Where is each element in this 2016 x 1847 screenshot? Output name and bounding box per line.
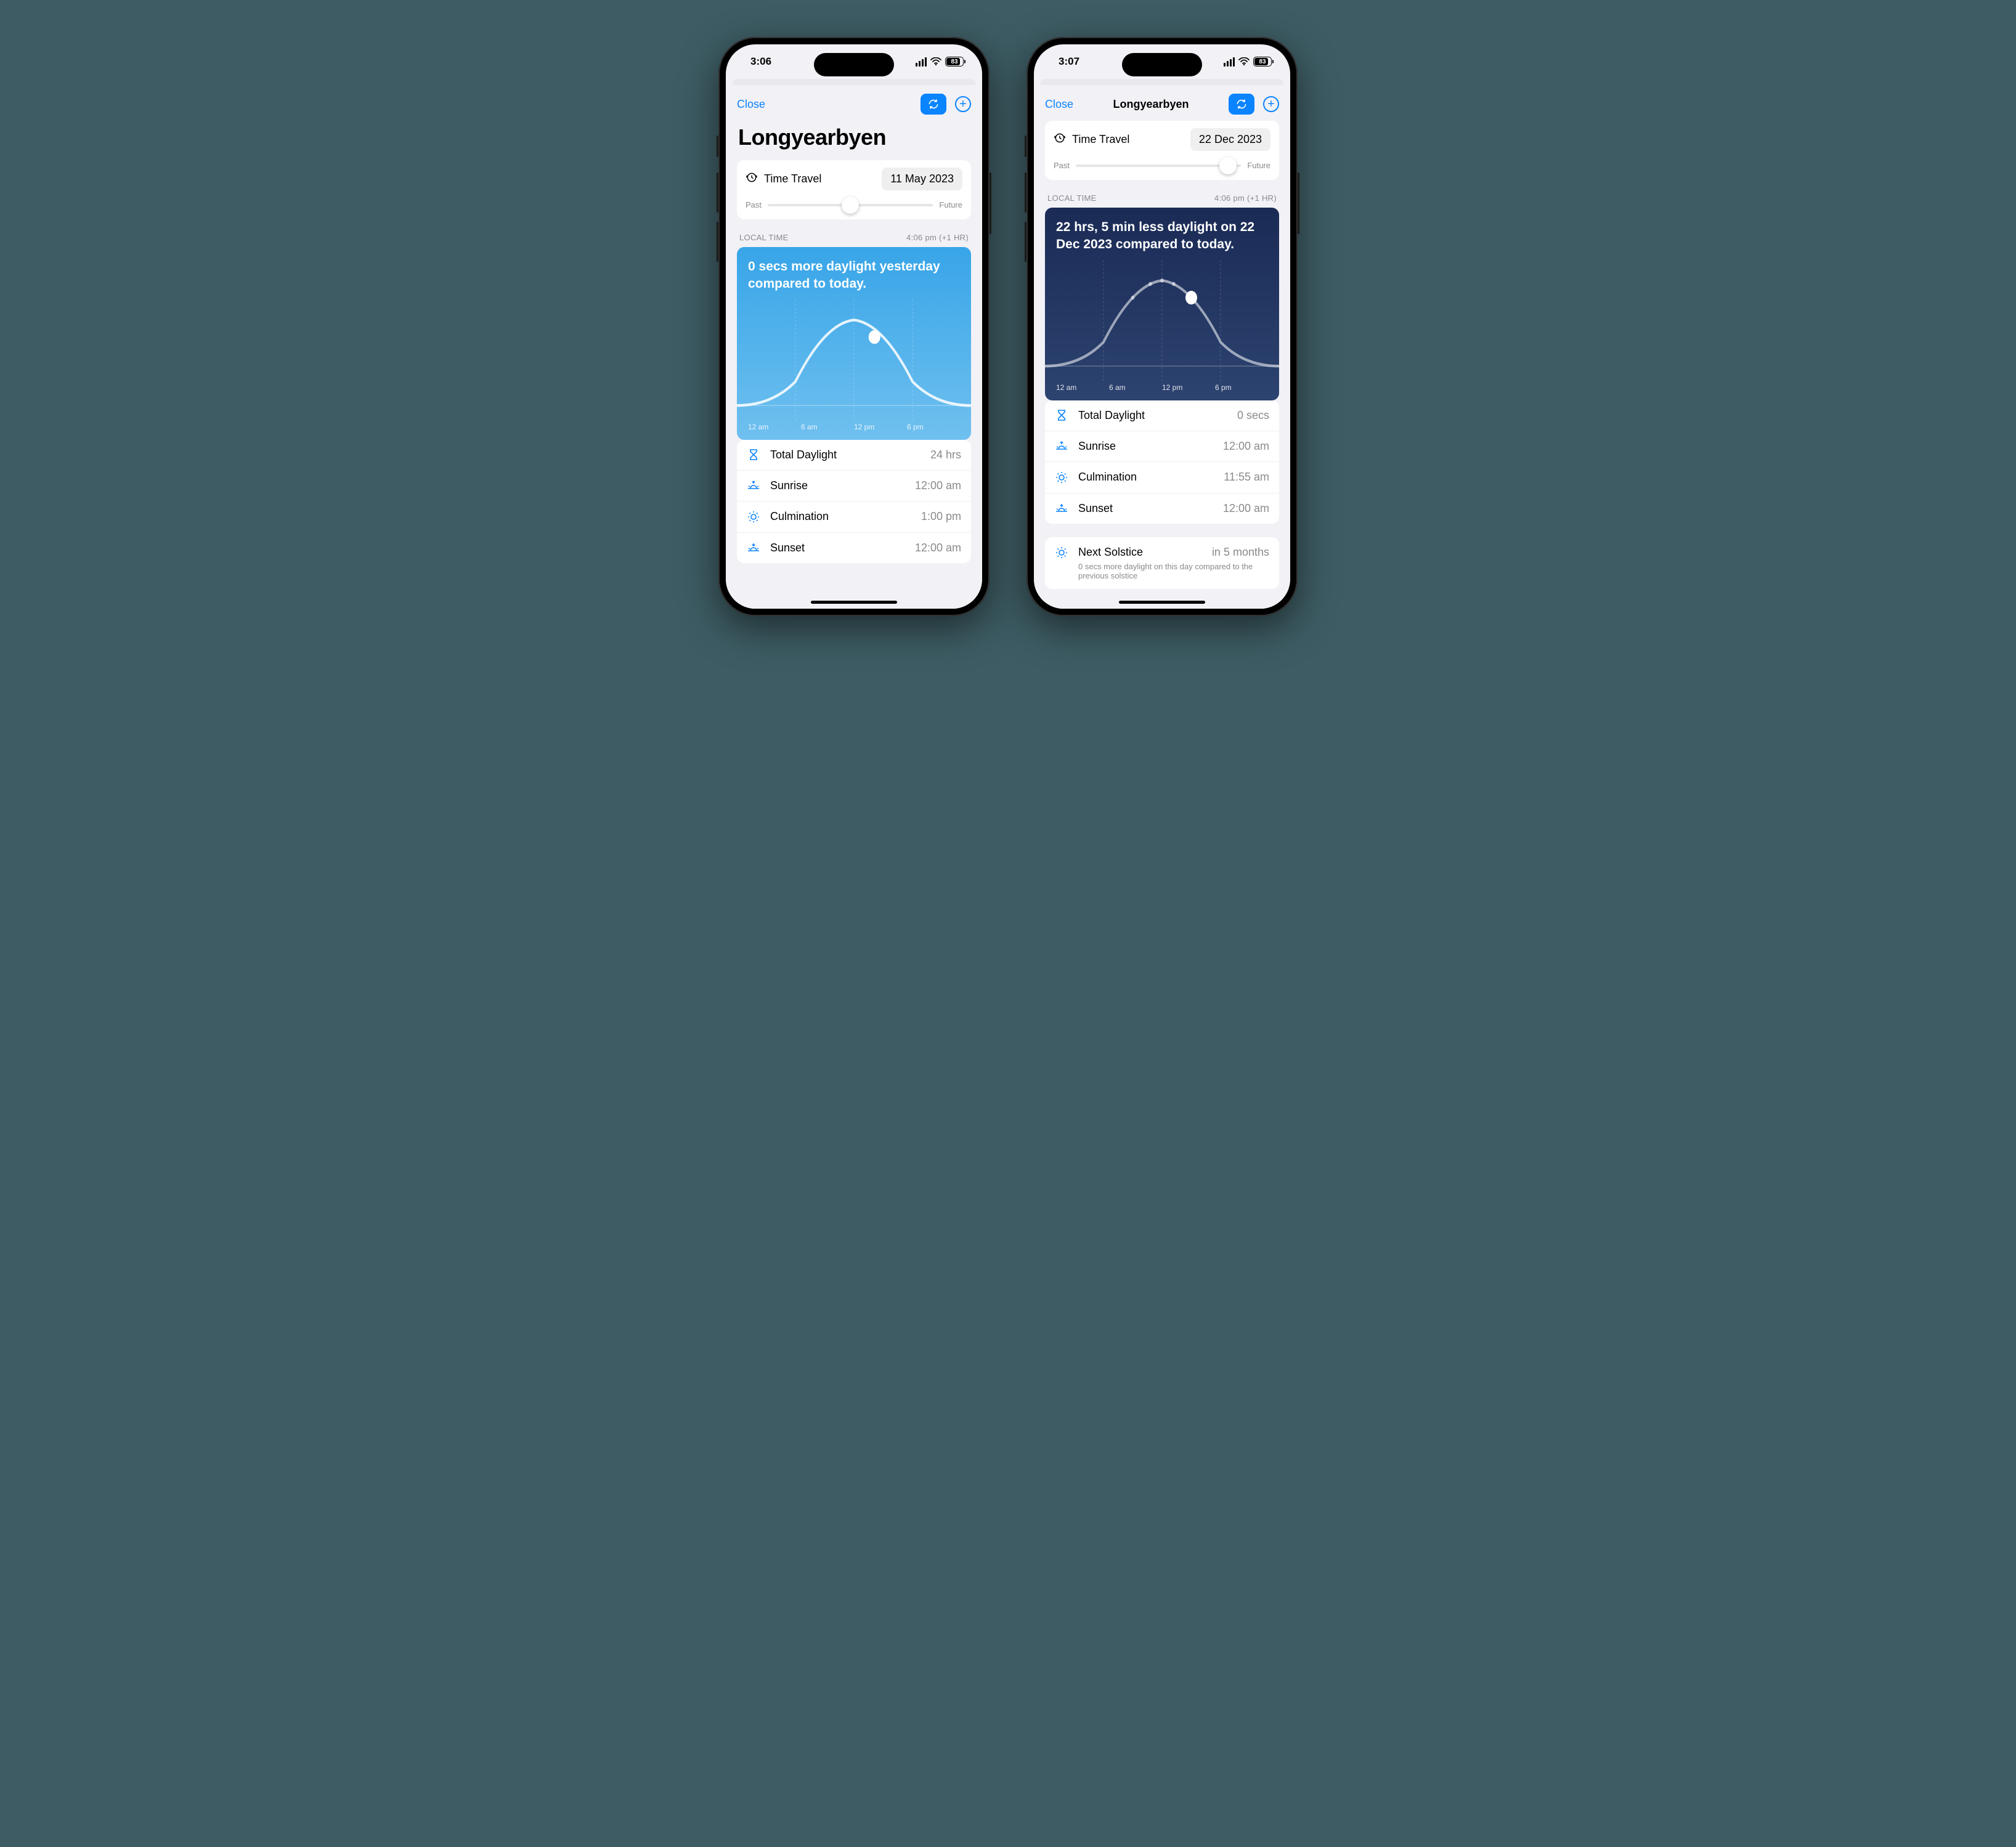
time-travel-slider[interactable]	[768, 204, 933, 206]
nav-bar: Close +	[726, 85, 982, 121]
chart-label: 6 pm	[1215, 383, 1268, 392]
signal-icon	[916, 57, 927, 67]
row-label: Sunset	[770, 542, 905, 554]
row-label: Total Daylight	[770, 449, 921, 461]
daylight-chart	[1045, 260, 1279, 383]
sun-icon	[747, 510, 760, 524]
next-solstice-card: Next Solstice in 5 months 0 secs more da…	[1045, 537, 1279, 589]
row-label: Total Daylight	[1078, 409, 1227, 422]
battery-icon: 83	[945, 57, 964, 67]
list-item: Culmination 1:00 pm	[737, 501, 971, 532]
close-button[interactable]: Close	[1045, 98, 1073, 111]
hourglass-icon	[747, 449, 760, 461]
sun-times-list: Total Daylight 24 hrs Sunrise 12:00 am C…	[737, 440, 971, 563]
time-travel-icon	[1054, 132, 1066, 147]
next-solstice-label: Next Solstice	[1078, 546, 1202, 559]
signal-icon	[1224, 57, 1235, 67]
slider-thumb[interactable]	[1219, 157, 1237, 174]
add-button[interactable]: +	[955, 96, 971, 112]
list-item: Total Daylight 0 secs	[1045, 400, 1279, 431]
content: Time Travel 22 Dec 2023 Past Future LOCA…	[1034, 121, 1290, 609]
row-value: 0 secs	[1237, 409, 1269, 422]
phone-right: 3:07 83 Close Longyearbyen +	[1026, 37, 1298, 616]
chart-label: 6 am	[1109, 383, 1162, 392]
time-travel-card: Time Travel 22 Dec 2023 Past Future	[1045, 121, 1279, 180]
home-indicator[interactable]	[811, 601, 897, 604]
chart-label: 12 am	[748, 423, 801, 431]
daylight-chart	[737, 299, 971, 423]
local-time-value: 4:06 pm (+1 HR)	[906, 233, 969, 242]
nav-title: Longyearbyen	[1113, 98, 1189, 111]
sunrise-icon	[747, 480, 760, 491]
row-value: 12:00 am	[1223, 502, 1269, 515]
content: Longyearbyen Time Travel 11 May 2023 Pas…	[726, 121, 982, 609]
sun-icon	[1055, 546, 1068, 559]
row-label: Sunset	[1078, 502, 1213, 515]
next-solstice-value: in 5 months	[1212, 546, 1269, 559]
time-travel-label: Time Travel	[764, 173, 821, 185]
add-button[interactable]: +	[1263, 96, 1279, 112]
local-time-label: LOCAL TIME	[739, 233, 789, 242]
date-chip[interactable]: 22 Dec 2023	[1190, 128, 1270, 151]
next-solstice-subtitle: 0 secs more daylight on this day compare…	[1055, 562, 1269, 580]
row-value: 12:00 am	[915, 542, 961, 554]
time-travel-label: Time Travel	[1072, 133, 1129, 146]
sunset-icon	[747, 542, 760, 553]
daylight-chart-card: 0 secs more daylight yesterday compared …	[737, 247, 971, 440]
sun-icon	[1055, 471, 1068, 484]
chart-label: 6 pm	[907, 423, 960, 431]
phone-left: 3:06 83 Close + Longyearbyen	[718, 37, 990, 616]
refresh-button[interactable]	[921, 94, 946, 115]
list-item: Total Daylight 24 hrs	[737, 440, 971, 470]
status-time: 3:07	[1059, 55, 1079, 68]
row-label: Culmination	[770, 510, 911, 523]
chart-label: 12 pm	[854, 423, 907, 431]
row-value: 12:00 am	[1223, 440, 1269, 453]
wifi-icon	[930, 57, 941, 66]
slider-thumb[interactable]	[842, 197, 859, 214]
battery-icon: 83	[1253, 57, 1272, 67]
slider-past-label: Past	[746, 200, 762, 209]
time-travel-icon	[746, 171, 758, 187]
row-value: 24 hrs	[930, 449, 961, 461]
row-value: 12:00 am	[915, 479, 961, 492]
list-item: Sunrise 12:00 am	[1045, 431, 1279, 461]
row-value: 11:55 am	[1224, 471, 1269, 484]
close-button[interactable]: Close	[737, 98, 765, 111]
slider-future-label: Future	[939, 200, 962, 209]
chart-headline: 22 hrs, 5 min less daylight on 22 Dec 20…	[1045, 208, 1279, 260]
slider-past-label: Past	[1054, 161, 1070, 170]
chart-label: 6 am	[801, 423, 854, 431]
sunset-icon	[1055, 503, 1068, 514]
local-time-label: LOCAL TIME	[1047, 193, 1097, 203]
daylight-chart-card: 22 hrs, 5 min less daylight on 22 Dec 20…	[1045, 208, 1279, 400]
status-bar: 3:06 83	[726, 44, 982, 79]
list-item: Sunset 12:00 am	[737, 532, 971, 563]
hourglass-icon	[1055, 409, 1068, 421]
page-title: Longyearbyen	[737, 121, 971, 160]
refresh-button[interactable]	[1229, 94, 1254, 115]
local-time-value: 4:06 pm (+1 HR)	[1214, 193, 1277, 203]
chart-label: 12 pm	[1162, 383, 1215, 392]
date-chip[interactable]: 11 May 2023	[882, 168, 962, 190]
sun-times-list: Total Daylight 0 secs Sunrise 12:00 am C…	[1045, 400, 1279, 524]
row-label: Sunrise	[770, 479, 905, 492]
time-travel-slider[interactable]	[1076, 164, 1241, 167]
row-value: 1:00 pm	[921, 510, 961, 523]
sunrise-icon	[1055, 440, 1068, 452]
time-travel-card: Time Travel 11 May 2023 Past Future	[737, 160, 971, 219]
list-item: Sunrise 12:00 am	[737, 470, 971, 501]
chart-headline: 0 secs more daylight yesterday compared …	[737, 247, 971, 299]
list-item: Culmination 11:55 am	[1045, 461, 1279, 493]
slider-future-label: Future	[1247, 161, 1270, 170]
chart-label: 12 am	[1056, 383, 1109, 392]
row-label: Sunrise	[1078, 440, 1213, 453]
status-bar: 3:07 83	[1034, 44, 1290, 79]
home-indicator[interactable]	[1119, 601, 1205, 604]
nav-bar: Close Longyearbyen +	[1034, 85, 1290, 121]
wifi-icon	[1238, 57, 1250, 66]
status-time: 3:06	[750, 55, 771, 68]
row-label: Culmination	[1078, 471, 1214, 484]
list-item: Sunset 12:00 am	[1045, 493, 1279, 524]
